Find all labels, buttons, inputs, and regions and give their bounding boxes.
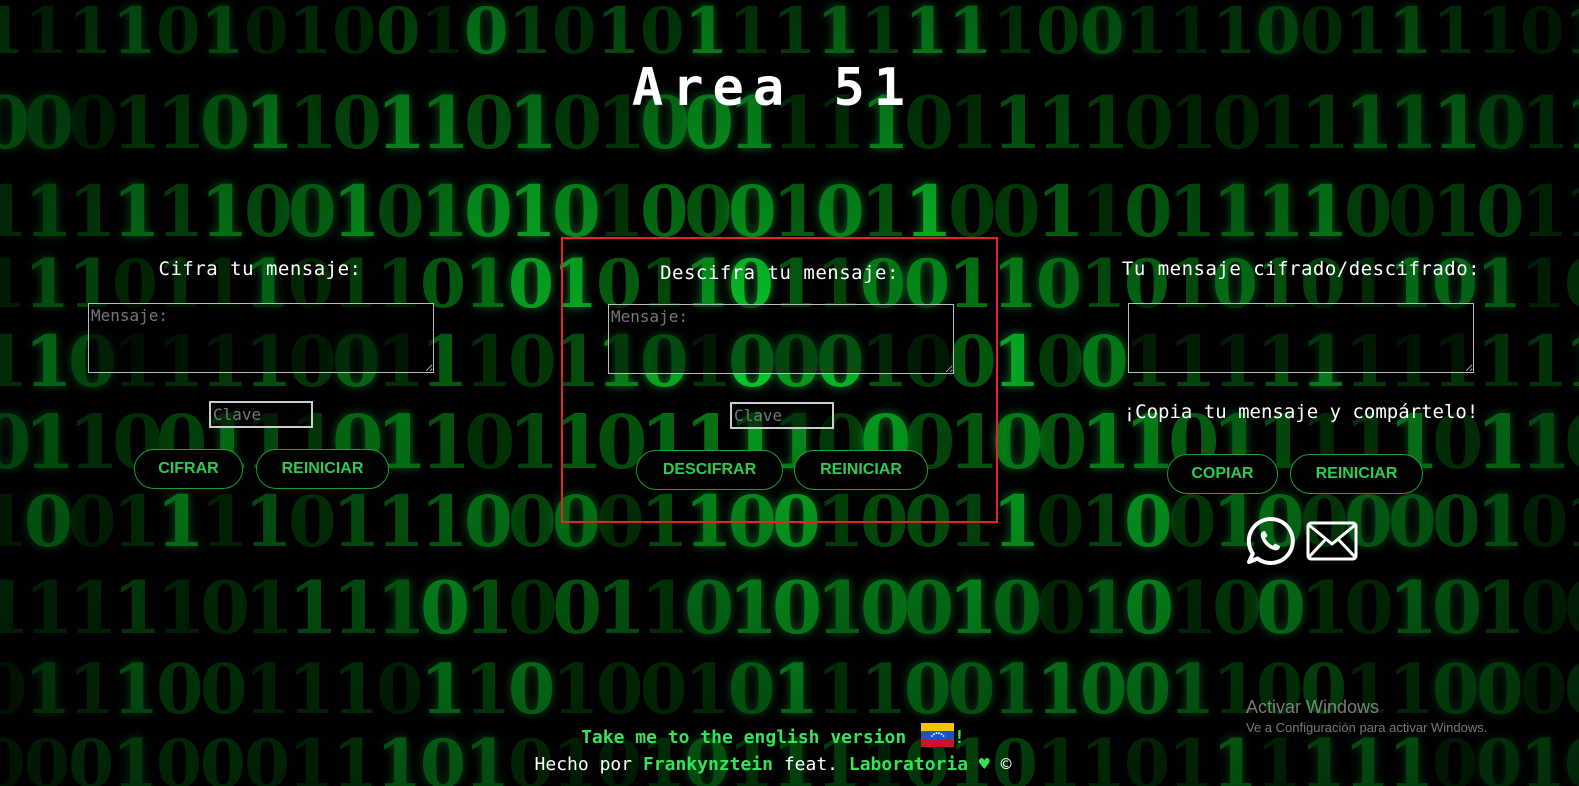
encrypt-panel: Cifra tu mensaje: CIFRAR REINICIAR xyxy=(60,258,460,498)
copyright-symbol: © xyxy=(1000,754,1012,775)
result-output-field[interactable] xyxy=(1128,303,1474,373)
decrypt-reset-button[interactable]: REINICIAR xyxy=(794,450,928,490)
copy-button[interactable]: COPIAR xyxy=(1167,454,1278,494)
made-by-prefix: Hecho por xyxy=(534,754,633,775)
result-reset-button[interactable]: REINICIAR xyxy=(1290,454,1423,494)
decrypt-heading: Descifra tu mensaje: xyxy=(660,262,899,284)
result-panel: Tu mensaje cifrado/descifrado: ¡Copia tu… xyxy=(1095,258,1507,578)
encrypt-reset-button[interactable]: REINICIAR xyxy=(256,449,389,489)
whatsapp-icon[interactable] xyxy=(1245,516,1295,566)
watermark-title: Activar Windows xyxy=(1246,697,1380,717)
decrypt-panel: Descifra tu mensaje: DESCIFRAR REINICIAR xyxy=(561,237,998,523)
author-link[interactable]: Frankynztein xyxy=(643,754,773,775)
heart-icon: ♥ xyxy=(978,754,990,775)
mail-icon[interactable] xyxy=(1306,521,1358,561)
encrypt-key-input[interactable] xyxy=(209,401,313,428)
decrypt-key-input[interactable] xyxy=(730,402,834,429)
footer-credits: Hecho por Frankynztein feat. Laboratoria… xyxy=(0,754,1546,775)
partner-link[interactable]: Laboratoria xyxy=(849,754,968,775)
result-heading: Tu mensaje cifrado/descifrado: xyxy=(1121,258,1481,280)
decrypt-button[interactable]: DESCIFRAR xyxy=(636,450,783,490)
windows-activation-watermark: Activar Windows Ve a Configuración para … xyxy=(1246,697,1487,735)
page-title: Area 51 xyxy=(631,58,915,118)
decrypt-message-input[interactable] xyxy=(608,304,954,374)
encrypt-heading: Cifra tu mensaje: xyxy=(158,258,362,280)
english-version-link[interactable]: Take me to the english version xyxy=(581,727,906,748)
feat-text: feat. xyxy=(783,754,839,775)
venezuela-flag-icon xyxy=(921,723,955,747)
watermark-subtitle: Ve a Configuración para activar Windows. xyxy=(1246,720,1488,735)
encrypt-message-input[interactable] xyxy=(88,303,434,373)
share-instructions: ¡Copia tu mensaje y compártelo! xyxy=(1123,401,1479,423)
encrypt-button[interactable]: CIFRAR xyxy=(134,449,243,489)
exclamation-mark: ! xyxy=(954,727,965,748)
